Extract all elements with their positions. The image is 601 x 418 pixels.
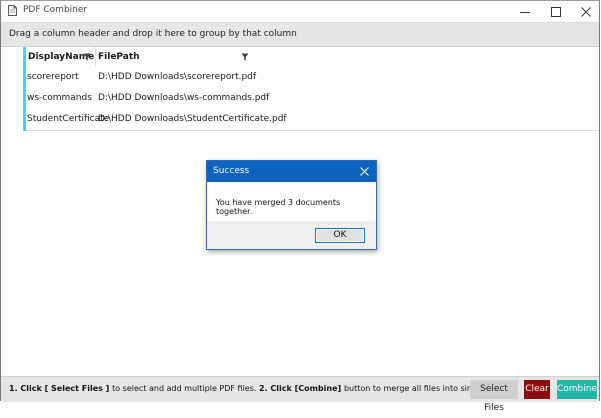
step2-prefix: 2. Click [258, 384, 295, 393]
cell-displayname: scorereport [27, 72, 79, 82]
success-dialog: Success You have merged 3 documents toge… [206, 160, 377, 250]
window-title: PDF Combiner [23, 5, 88, 15]
cell-filepath: D:\HDD Downloads\scorereport.pdf [98, 72, 257, 82]
column-header-filepath[interactable]: FilePath [98, 47, 258, 67]
cell-displayname: StudentCertificate [27, 114, 110, 124]
filter-icon[interactable] [83, 53, 91, 61]
group-by-hint: Drag a column header and drop it here to… [9, 29, 297, 39]
maximize-button[interactable] [540, 1, 572, 22]
ok-button[interactable]: OK [315, 228, 365, 243]
bottom-bar: 1. Click [ Select Files ] to select and … [1, 376, 599, 413]
app-window: PDF Combiner Drag a column header and dr… [0, 0, 600, 413]
files-grid: DisplayName FilePath scorereport D:\HDD … [1, 47, 599, 132]
step2-button-ref: [Combine] [294, 384, 344, 393]
dialog-title-bar[interactable]: Success [207, 161, 376, 182]
dialog-title: Success [213, 166, 250, 176]
group-by-panel[interactable]: Drag a column header and drop it here to… [1, 23, 599, 47]
close-icon [360, 167, 369, 176]
filter-icon[interactable] [241, 53, 249, 61]
title-bar[interactable]: PDF Combiner [1, 1, 599, 23]
cell-filepath: D:\HDD Downloads\StudentCertificate.pdf [98, 114, 287, 124]
grid-header: DisplayName FilePath [26, 47, 599, 68]
usage-instructions: 1. Click [ Select Files ] to select and … [9, 384, 504, 393]
dialog-close-button[interactable] [357, 164, 372, 179]
minimize-icon [520, 11, 530, 13]
minimize-button[interactable] [509, 1, 541, 22]
clear-button[interactable]: Clear [524, 380, 550, 399]
maximize-icon [551, 6, 561, 17]
dialog-body: You have merged 3 documents together. [207, 182, 376, 221]
cell-displayname: ws-commands [27, 93, 92, 103]
table-row[interactable]: StudentCertificate D:\HDD Downloads\Stud… [26, 109, 599, 131]
cell-filepath: D:\HDD Downloads\ws-commands.pdf [98, 93, 270, 103]
close-icon [581, 6, 591, 17]
select-files-button[interactable]: Select Files [470, 380, 518, 413]
document-icon [8, 5, 17, 16]
step1-button-ref: [ Select Files ] [44, 384, 113, 393]
table-row[interactable]: ws-commands D:\HDD Downloads\ws-commands… [26, 88, 599, 110]
step1-prefix: 1. Click [9, 384, 45, 393]
dialog-message: You have merged 3 documents together. [216, 198, 341, 216]
column-separator[interactable] [95, 47, 96, 67]
close-button[interactable] [570, 1, 601, 22]
table-row[interactable]: scorereport D:\HDD Downloads\scorereport… [26, 67, 599, 89]
step1-suffix: to select and add multiple PDF files. [112, 384, 259, 393]
combine-button[interactable]: Combine [557, 380, 597, 399]
